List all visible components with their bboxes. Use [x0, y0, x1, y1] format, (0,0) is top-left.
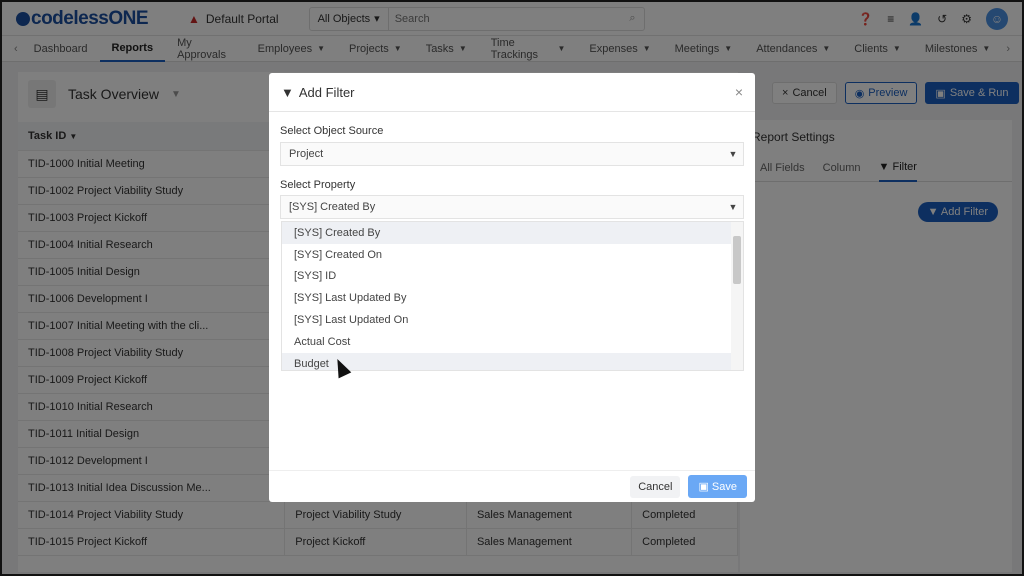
dropdown-option[interactable]: [SYS] Created On [282, 244, 743, 266]
modal-save-button[interactable]: ▣ Save [688, 475, 747, 498]
dropdown-option[interactable]: [SYS] ID [282, 266, 743, 288]
property-dropdown-list: [SYS] Created By [SYS] Created On [SYS] ID… [281, 221, 744, 371]
modal-title: Add Filter [298, 84, 355, 100]
add-filter-modal: ▼ Add Filter × Select Object Source Projec… [269, 73, 755, 502]
dropdown-option[interactable]: Actual Cost [282, 331, 743, 353]
caret-down-icon: ▼ [728, 149, 738, 159]
caret-down-icon: ▼ [728, 202, 738, 212]
dropdown-option[interactable]: [SYS] Last Updated By [282, 287, 743, 309]
dropdown-option[interactable]: Budget [282, 352, 743, 370]
filter-icon: ▼ [281, 84, 294, 100]
modal-cancel-button[interactable]: Cancel [630, 475, 681, 498]
property-select[interactable]: [SYS] Created By ▼ [280, 195, 744, 219]
dropdown-option[interactable]: [SYS] Last Updated On [282, 309, 743, 331]
object-source-select[interactable]: Project ▼ [280, 142, 744, 166]
scrollbar[interactable] [731, 222, 743, 370]
save-icon: ▣ [698, 481, 709, 493]
close-icon[interactable]: × [735, 84, 743, 100]
dropdown-option[interactable]: [SYS] Created By [282, 222, 743, 244]
source-label: Select Object Source [280, 125, 384, 137]
property-label: Select Property [280, 179, 356, 191]
